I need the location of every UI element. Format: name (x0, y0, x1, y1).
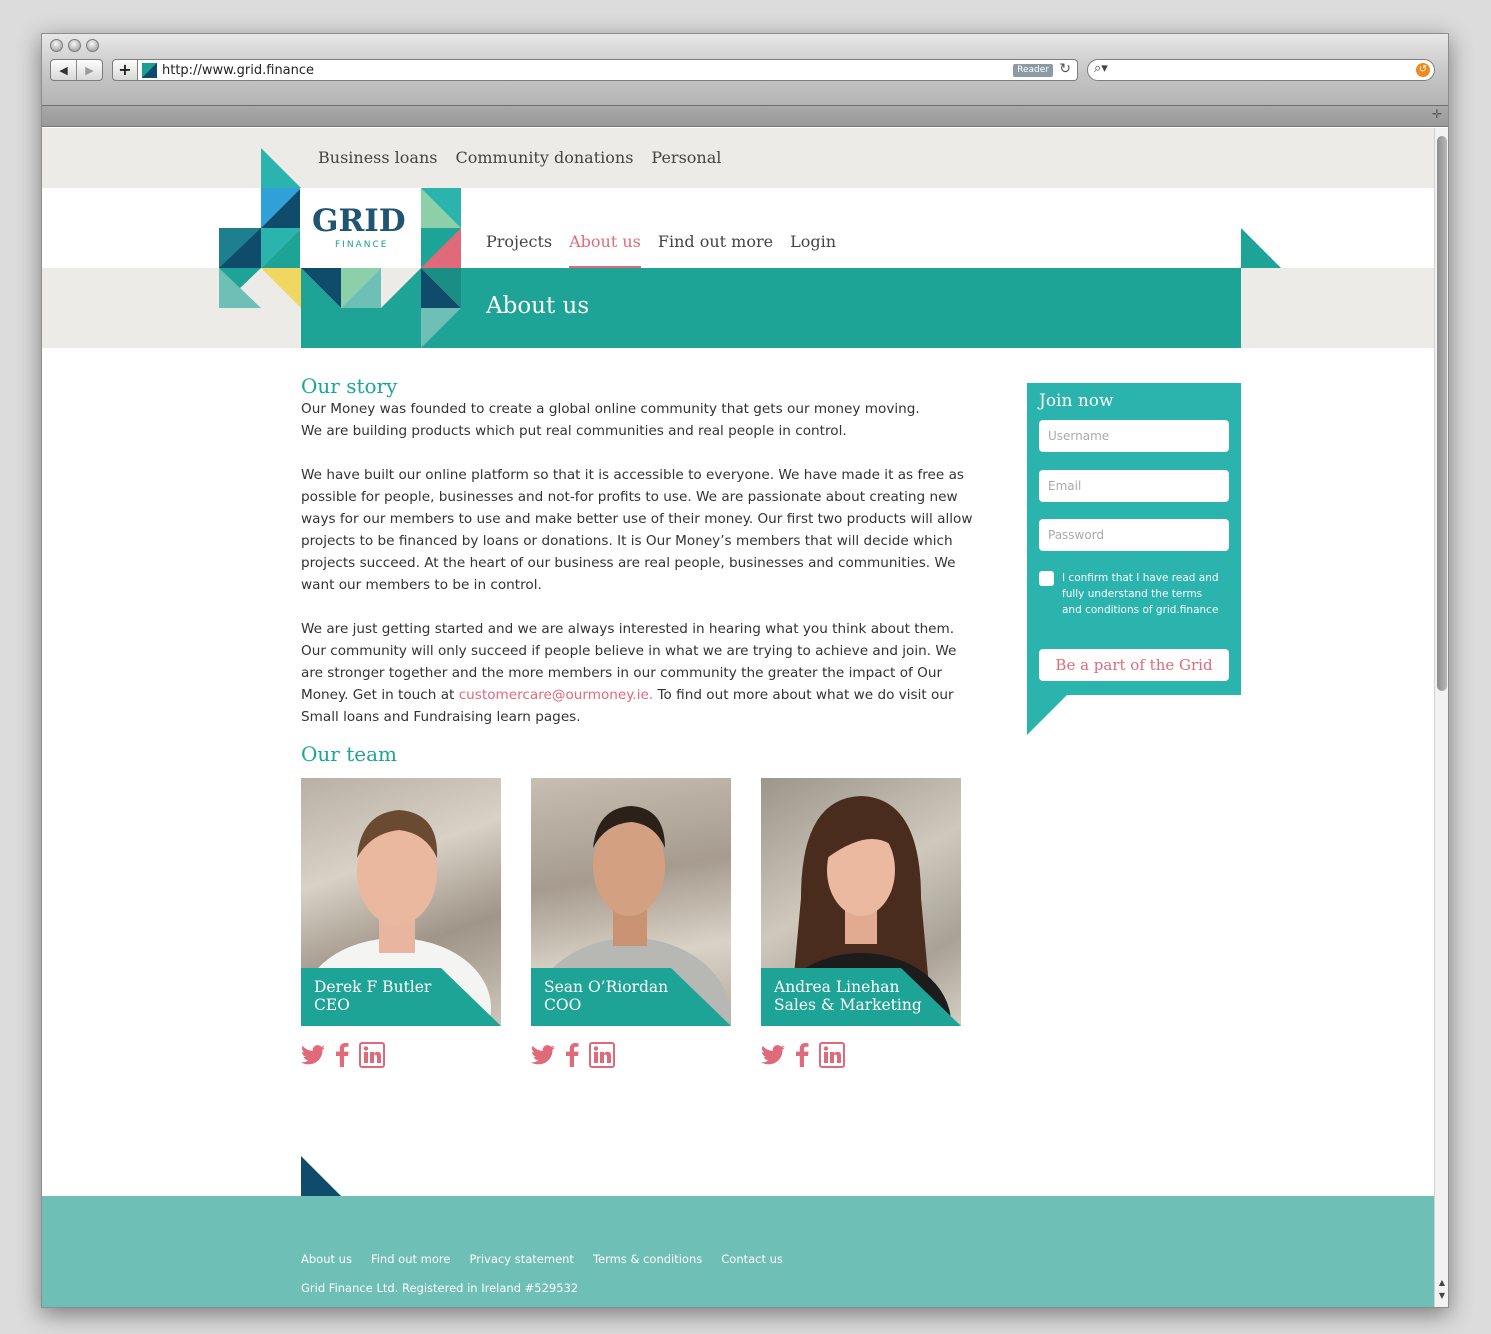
page-hero: About us (461, 268, 1241, 348)
mainnav-find-out-more[interactable]: Find out more (658, 232, 773, 270)
forward-arrow-icon[interactable]: ▶ (76, 60, 102, 80)
page-title: About us (486, 293, 590, 319)
favicon-icon (142, 63, 157, 78)
mainnav-login[interactable]: Login (790, 232, 836, 270)
browser-window: ◀ ▶ + http://www.grid.finance Reader ↻ ⌕… (41, 33, 1449, 1308)
reader-button[interactable]: Reader (1013, 64, 1053, 77)
team-list: Derek F Butler CEO Sean O’Riordan COO An… (301, 778, 961, 1068)
scroll-down-icon[interactable]: ▼ (1435, 1291, 1448, 1303)
email-input[interactable] (1039, 470, 1229, 502)
footer-link-about[interactable]: About us (301, 1252, 352, 1266)
social-links (531, 1042, 731, 1068)
browser-toolbar: ◀ ▶ + http://www.grid.finance Reader ↻ ⌕… (42, 34, 1448, 106)
logo-subtitle: FINANCE (335, 240, 389, 250)
team-member-card: Sean O’Riordan COO (531, 778, 731, 1068)
team-heading: Our team (301, 742, 397, 766)
add-bookmark-button[interactable]: + (112, 59, 138, 81)
team-member-name: Derek F Butler (314, 978, 432, 996)
mainnav-about-us[interactable]: About us (569, 232, 641, 270)
close-window-button[interactable] (50, 39, 63, 52)
linkedin-icon[interactable] (359, 1042, 385, 1068)
story-line: Our Money was founded to create a global… (301, 401, 920, 417)
footer-links: About us Find out more Privacy statement… (301, 1252, 783, 1266)
team-member-caption: Andrea Linehan Sales & Marketing (761, 968, 961, 1026)
scroll-up-icon[interactable]: ▲ (1435, 1278, 1448, 1290)
team-member-card: Derek F Butler CEO (301, 778, 501, 1068)
minimize-window-button[interactable] (68, 39, 81, 52)
facebook-icon[interactable] (335, 1043, 349, 1067)
topnav-personal[interactable]: Personal (651, 148, 721, 167)
team-member-role: CEO (314, 996, 350, 1014)
story-paragraph-1: Our Money was founded to create a global… (301, 398, 981, 442)
twitter-icon[interactable] (761, 1045, 785, 1065)
zoom-window-button[interactable] (86, 39, 99, 52)
twitter-icon[interactable] (301, 1045, 325, 1065)
snapback-icon[interactable]: ↺ (1416, 63, 1430, 77)
join-panel-tail-graphic (1027, 695, 1067, 735)
back-arrow-icon[interactable]: ◀ (51, 60, 76, 80)
address-bar[interactable]: http://www.grid.finance Reader ↻ (138, 59, 1078, 81)
vertical-scrollbar[interactable]: ▲ ▼ (1434, 128, 1448, 1307)
username-input[interactable] (1039, 420, 1229, 452)
footer-link-terms[interactable]: Terms & conditions (593, 1252, 702, 1266)
facebook-icon[interactable] (795, 1043, 809, 1067)
footer-link-privacy[interactable]: Privacy statement (469, 1252, 574, 1266)
story-heading: Our story (301, 374, 398, 398)
linkedin-icon[interactable] (819, 1042, 845, 1068)
team-member-photo: Andrea Linehan Sales & Marketing (761, 778, 961, 1026)
hero-flag-graphic (1241, 228, 1281, 268)
story-paragraph-2: We have built our online platform so tha… (301, 467, 973, 593)
url-text[interactable]: http://www.grid.finance (162, 63, 314, 78)
main-navigation: Projects About us Find out more Login (486, 232, 836, 270)
twitter-icon[interactable] (531, 1045, 555, 1065)
web-page: Business loans Community donations Perso… (42, 128, 1435, 1307)
logo-wordmark[interactable]: GRID (312, 203, 406, 239)
scrollbar-thumb[interactable] (1437, 136, 1447, 691)
join-submit-button[interactable]: Be a part of the Grid (1039, 649, 1229, 681)
linkedin-icon[interactable] (589, 1042, 615, 1068)
footer-link-find-out-more[interactable]: Find out more (371, 1252, 451, 1266)
terms-confirm-label: I confirm that I have read and fully und… (1062, 572, 1219, 616)
join-panel: Join now I confirm that I have read and … (1027, 383, 1241, 695)
social-links (301, 1042, 501, 1068)
topnav-community-donations[interactable]: Community donations (455, 148, 633, 167)
mainnav-projects[interactable]: Projects (486, 232, 552, 270)
bookmarks-bar: ✛ (42, 106, 1448, 127)
team-member-caption: Sean O’Riordan COO (531, 968, 731, 1026)
password-input[interactable] (1039, 519, 1229, 551)
history-buttons: ◀ ▶ (50, 59, 103, 81)
reload-icon[interactable]: ↻ (1059, 61, 1071, 77)
team-member-name: Sean O’Riordan (544, 978, 669, 996)
social-links (761, 1042, 961, 1068)
terms-checkbox[interactable] (1039, 571, 1054, 586)
email-link[interactable]: customercare@ourmoney.ie. (459, 687, 653, 703)
search-icon: ⌕▾ (1094, 61, 1108, 76)
team-member-photo: Sean O’Riordan COO (531, 778, 731, 1026)
team-member-role: COO (544, 996, 582, 1014)
story-section: Our story Our Money was founded to creat… (301, 374, 981, 766)
footer-link-contact[interactable]: Contact us (721, 1252, 783, 1266)
team-member-card: Andrea Linehan Sales & Marketing (761, 778, 961, 1068)
team-member-caption: Derek F Butler CEO (301, 968, 501, 1026)
tab-overflow-icon[interactable]: ✛ (1432, 107, 1442, 121)
facebook-icon[interactable] (565, 1043, 579, 1067)
team-member-role: Sales & Marketing (774, 996, 922, 1014)
team-member-name: Andrea Linehan (774, 978, 900, 996)
team-member-photo: Derek F Butler CEO (301, 778, 501, 1026)
story-line: We are building products which put real … (301, 423, 847, 439)
story-paragraph-3: We are just getting started and we are a… (301, 618, 981, 728)
copyright-text: Grid Finance Ltd. Registered in Ireland … (301, 1281, 579, 1295)
join-title: Join now (1039, 391, 1114, 411)
search-field[interactable]: ⌕▾ ↺ (1087, 59, 1435, 81)
